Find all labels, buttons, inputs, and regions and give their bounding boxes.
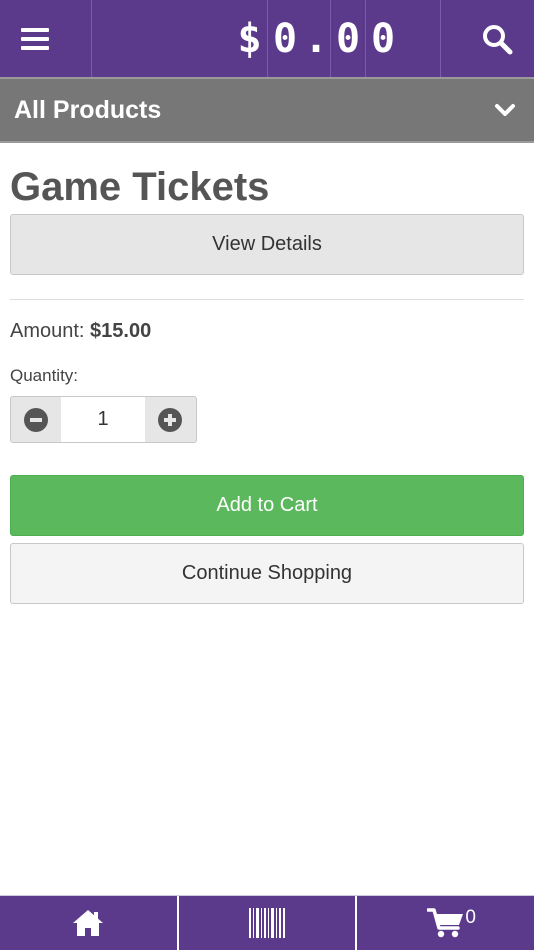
cart-count-badge: 0	[465, 907, 476, 928]
add-to-cart-button[interactable]: Add to Cart	[10, 475, 524, 536]
quantity-stepper	[10, 396, 197, 443]
barcode-icon	[249, 908, 285, 938]
amount-label: Amount:	[10, 320, 85, 342]
category-dropdown[interactable]: All Products	[0, 77, 534, 143]
nav-scan[interactable]	[176, 896, 356, 950]
balance-char: $	[237, 15, 262, 62]
top-bar: $ 0 . 0 0	[0, 0, 534, 77]
search-button[interactable]	[440, 0, 534, 77]
amount-value: $15.00	[90, 320, 152, 342]
bottom-nav: 0	[0, 895, 534, 950]
menu-button[interactable]	[0, 0, 92, 77]
increment-button[interactable]	[145, 397, 195, 442]
nav-home[interactable]	[0, 896, 177, 950]
category-label: All Products	[14, 95, 162, 124]
balance-char: .	[303, 15, 329, 62]
nav-cart[interactable]: 0	[355, 896, 534, 950]
view-details-button[interactable]: View Details	[10, 214, 524, 275]
product-title: Game Tickets	[10, 165, 270, 209]
continue-shopping-button[interactable]: Continue Shopping	[10, 543, 524, 604]
amount-row: Amount: $15.00	[10, 320, 524, 343]
quantity-input[interactable]	[61, 397, 145, 442]
minus-circle-icon	[24, 407, 48, 432]
quantity-label: Quantity:	[10, 366, 79, 385]
divider	[10, 299, 524, 300]
balance-char: 0	[330, 0, 365, 77]
balance-char: 0	[267, 0, 302, 77]
home-icon	[73, 910, 104, 936]
product-detail: Game Tickets View Details Amount: $15.00…	[10, 143, 524, 604]
balance-char: 0	[365, 0, 400, 77]
hamburger-menu-icon	[20, 27, 49, 50]
plus-circle-icon	[158, 407, 182, 432]
chevron-down-icon	[495, 104, 515, 116]
cart-icon	[426, 908, 463, 938]
decrement-button[interactable]	[11, 397, 61, 442]
balance-display: $ 0 . 0 0	[92, 0, 400, 77]
search-icon	[482, 24, 512, 54]
